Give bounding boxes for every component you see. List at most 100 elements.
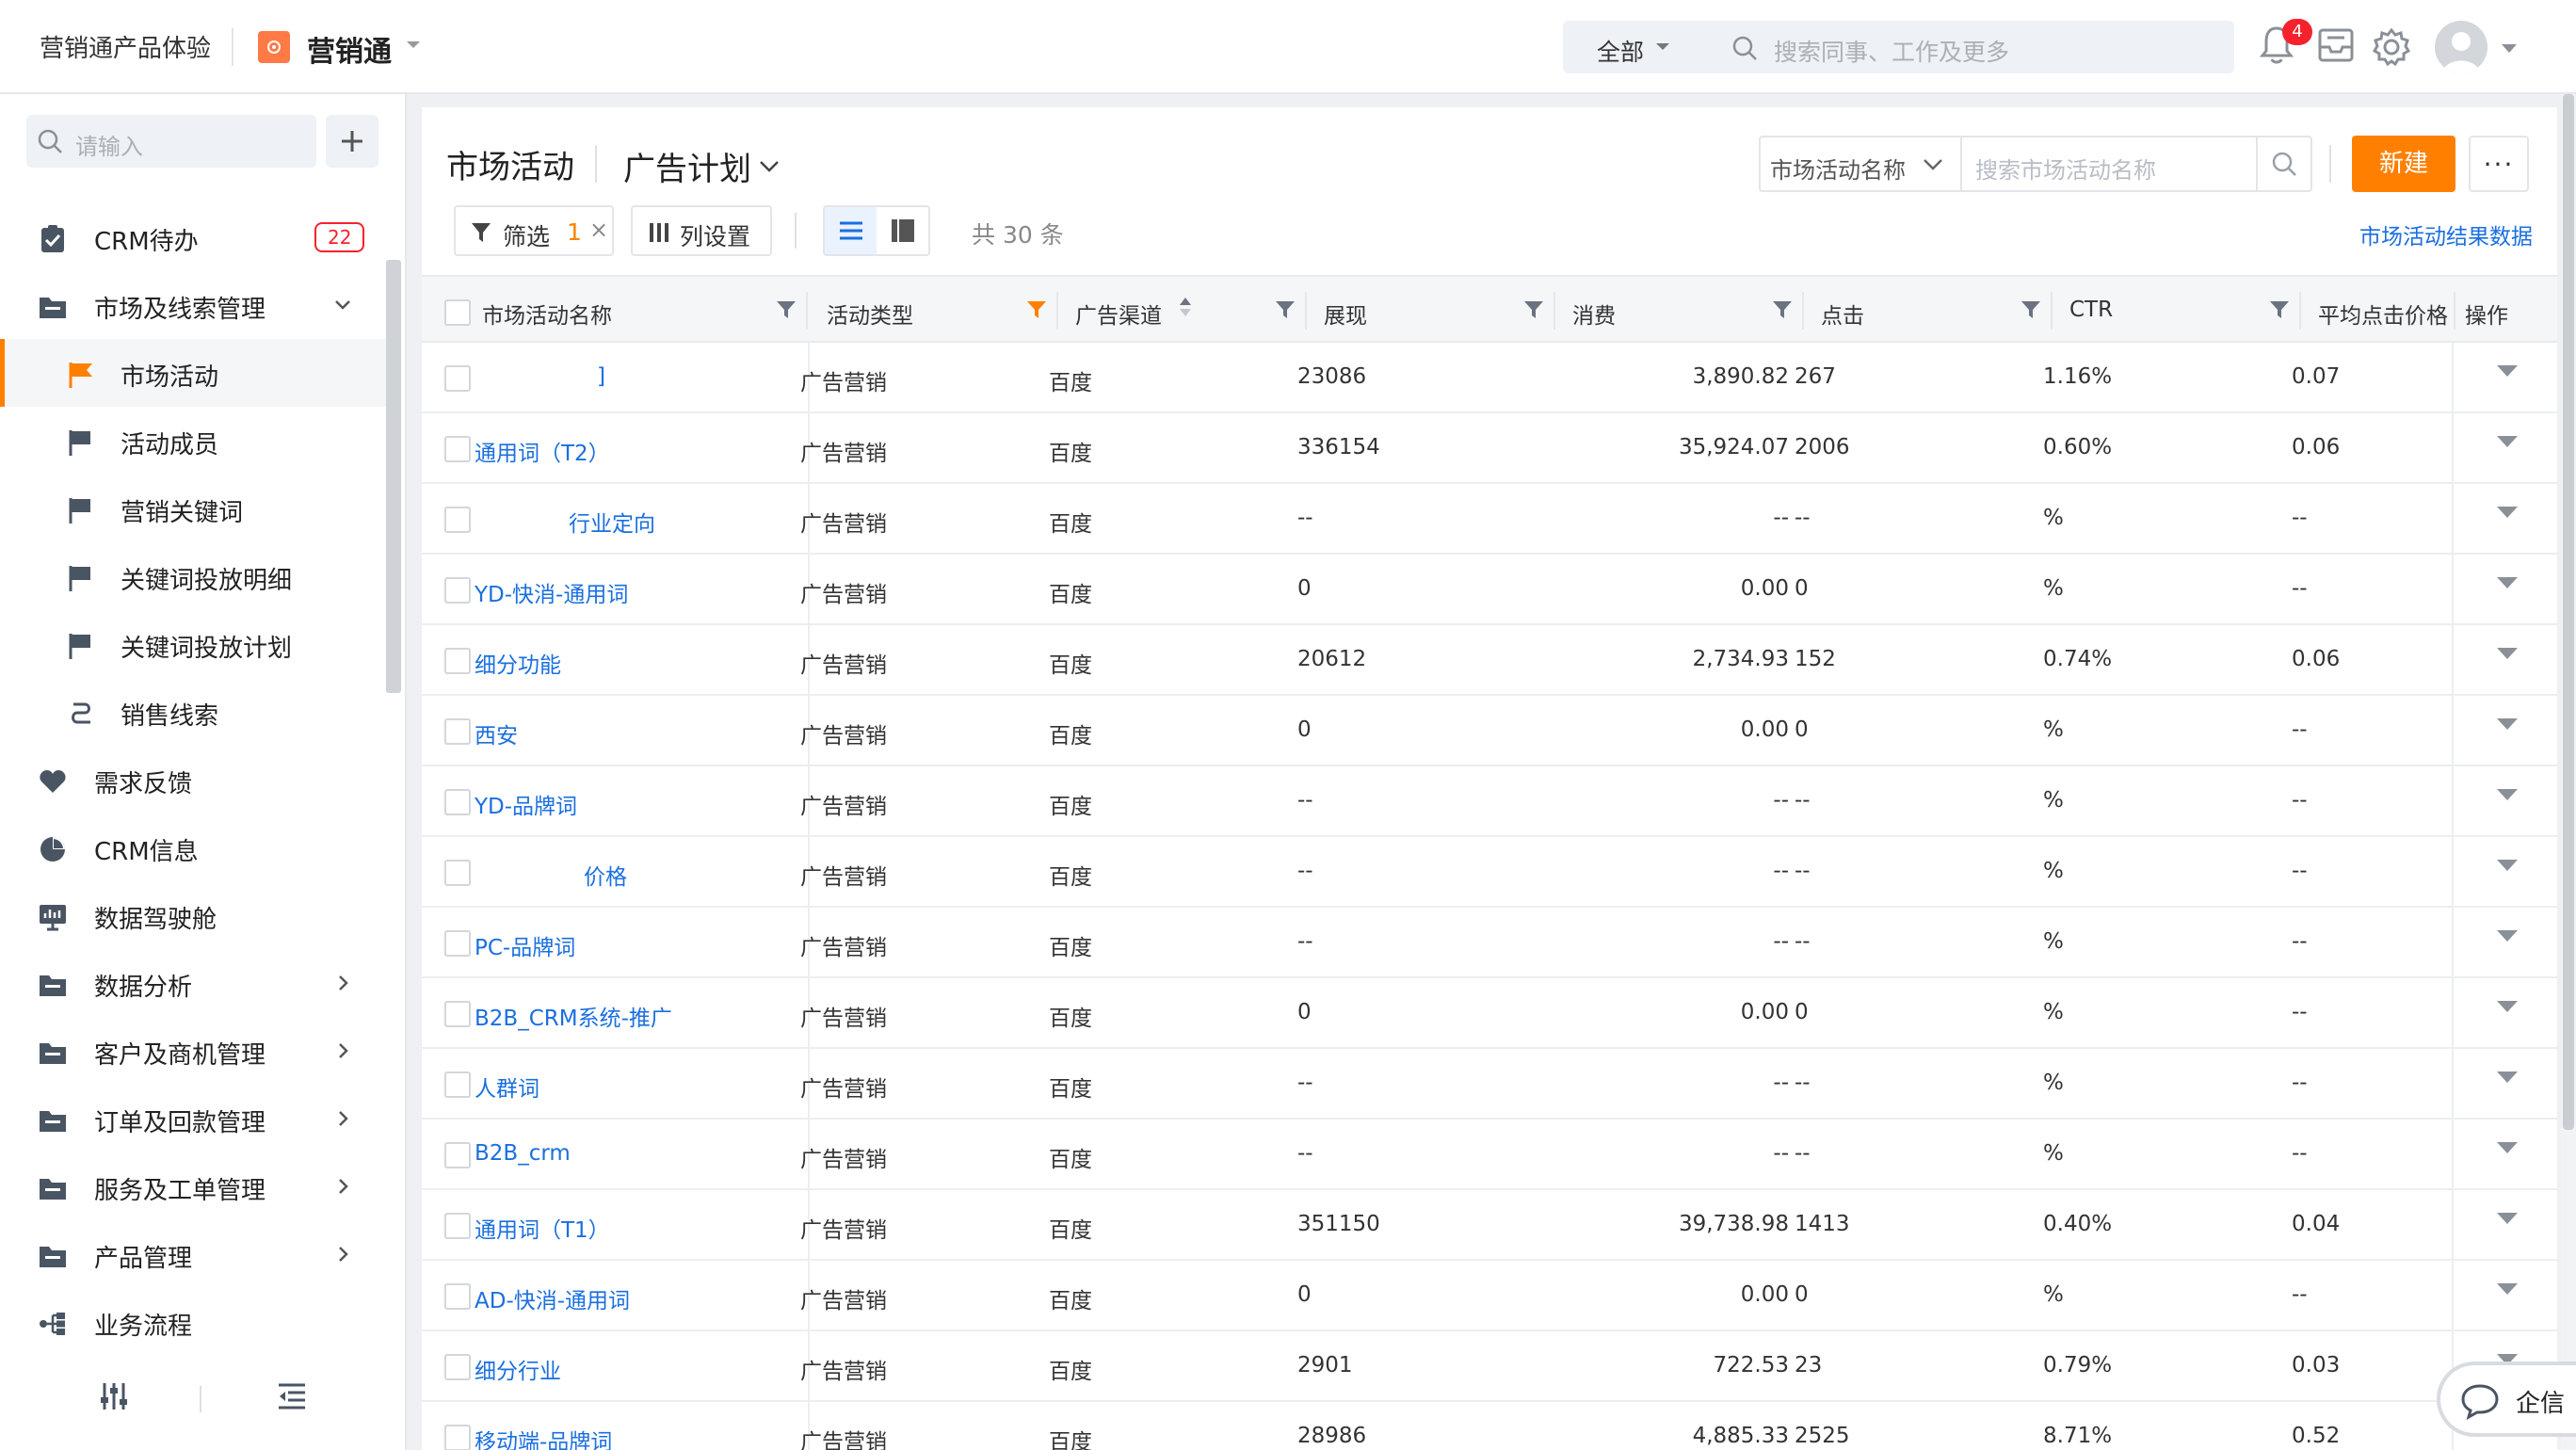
chevron-right-icon[interactable] — [333, 974, 352, 992]
cell-name[interactable]: 移动端-品牌词 — [465, 1402, 810, 1450]
caret-down-icon[interactable] — [2497, 1213, 2518, 1224]
chevron-right-icon[interactable] — [333, 1109, 352, 1128]
row-actions[interactable] — [2454, 1190, 2548, 1261]
activity-name-link[interactable]: 人群词 — [475, 1071, 539, 1103]
chevron-down-icon[interactable] — [333, 296, 352, 314]
cell-name[interactable]: B2B_crm — [465, 1120, 810, 1190]
table-row[interactable]: 细分功能 广告营销 百度 20612 2,734.93 152 0.74% 0.06 — [422, 625, 2557, 696]
table-row[interactable]: B2B_crm 广告营销 百度 -- -- --% -- — [422, 1120, 2557, 1190]
row-actions[interactable] — [2454, 555, 2548, 625]
caret-down-icon[interactable] — [2497, 577, 2518, 588]
sidebar-item-market-activity[interactable]: 市场活动 — [0, 339, 388, 407]
row-actions[interactable] — [2454, 696, 2548, 766]
cell-name[interactable]: 价格 — [465, 837, 810, 908]
cell-name[interactable]: YD-快消-通用词 — [465, 555, 810, 625]
cell-name[interactable]: 细分行业 — [465, 1331, 810, 1402]
sidebar-item-sales-leads[interactable]: 销售线索 — [0, 678, 388, 746]
sort-icon[interactable] — [1179, 296, 1192, 318]
cell-name[interactable]: B2B_CRM系统-推广 — [465, 978, 810, 1049]
caret-down-icon[interactable] — [2497, 365, 2518, 377]
sliders-icon[interactable] — [98, 1380, 130, 1412]
chevron-down-icon[interactable] — [405, 40, 422, 51]
row-actions[interactable] — [2454, 766, 2548, 837]
avatar[interactable] — [2435, 21, 2487, 73]
filter-icon[interactable] — [1772, 299, 1793, 320]
sidebar-item-product-management[interactable]: 产品管理 — [0, 1220, 388, 1288]
activity-name-link[interactable]: 细分行业 — [475, 1353, 561, 1385]
global-search[interactable]: 全部 搜索同事、工作及更多 — [1563, 21, 2234, 73]
table-row[interactable]: 人群词 广告营销 百度 -- -- --% -- — [422, 1049, 2557, 1120]
chevron-right-icon[interactable] — [333, 1245, 352, 1264]
column-header-impressions[interactable]: 展现 — [1307, 277, 1555, 345]
table-row[interactable]: B2B_CRM系统-推广 广告营销 百度 0 0.00 0% -- — [422, 978, 2557, 1049]
search-field-select[interactable]: 市场活动名称 — [1759, 136, 1960, 192]
table-row[interactable]: YD-品牌词 广告营销 百度 -- -- --% -- — [422, 766, 2557, 837]
sidebar-item-data-analysis[interactable]: 数据分析 — [0, 949, 388, 1017]
table-row[interactable]: YD-快消-通用词 广告营销 百度 0 0.00 0% -- — [422, 555, 2557, 625]
column-header-cost[interactable]: 消费 — [1555, 277, 1804, 345]
main-scrollbar[interactable] — [2561, 94, 2576, 1450]
caret-down-icon[interactable] — [2497, 436, 2518, 447]
row-actions[interactable] — [2454, 1049, 2548, 1120]
add-menu-button[interactable] — [326, 115, 378, 168]
activity-name-link[interactable]: 西安 — [475, 717, 518, 749]
chevron-down-icon[interactable] — [759, 160, 780, 173]
row-actions[interactable] — [2454, 1261, 2548, 1331]
sidebar-item-activity-members[interactable]: 活动成员 — [0, 407, 388, 475]
table-row[interactable]: PC-品牌词 广告营销 百度 -- -- --% -- — [422, 908, 2557, 978]
row-actions[interactable] — [2454, 413, 2548, 484]
sidebar-item-feedback[interactable]: 需求反馈 — [0, 746, 388, 814]
cell-name[interactable]: 人群词 — [465, 1049, 810, 1120]
scrollbar-thumb[interactable] — [2563, 94, 2574, 1130]
table-row[interactable]: 细分行业 广告营销 百度 2901 722.53 23 0.79% 0.03 — [422, 1331, 2557, 1402]
sidebar-item-data-cockpit[interactable]: 数据驾驶舱 — [0, 881, 388, 949]
column-header-channel[interactable]: 广告渠道 — [1058, 277, 1307, 345]
collapse-menu-icon[interactable] — [277, 1382, 307, 1410]
table-row[interactable]: 西安 广告营销 百度 0 0.00 0% -- — [422, 696, 2557, 766]
brand-name[interactable]: 营销通 — [307, 28, 392, 70]
activity-name-link[interactable]: 通用词（T2） — [475, 435, 610, 467]
column-settings-button[interactable]: 列设置 — [631, 205, 772, 256]
result-data-link[interactable]: 市场活动结果数据 — [2359, 218, 2533, 250]
cell-name[interactable]: 通用词（T2） — [465, 413, 810, 484]
clear-filter-icon[interactable]: × — [589, 217, 608, 243]
caret-down-icon[interactable] — [2497, 648, 2518, 659]
chevron-right-icon[interactable] — [333, 1041, 352, 1060]
chevron-right-icon[interactable] — [333, 1177, 352, 1196]
inbox-icon[interactable] — [2316, 26, 2356, 64]
sidebar-item-market-leads[interactable]: 市场及线索管理 — [0, 271, 388, 339]
column-header-name[interactable]: 市场活动名称 — [465, 277, 808, 345]
row-actions[interactable] — [2454, 343, 2548, 413]
caret-down-icon[interactable] — [2501, 43, 2518, 55]
activity-name-link[interactable]: B2B_CRM系统-推广 — [475, 1000, 672, 1032]
sidebar-item-workflow[interactable]: 业务流程 — [0, 1288, 388, 1356]
row-actions[interactable] — [2454, 978, 2548, 1049]
gear-icon[interactable] — [2371, 26, 2412, 68]
sidebar-item-keyword-placement-plan[interactable]: 关键词投放计划 — [0, 610, 388, 678]
activity-name-link[interactable]: ] — [597, 364, 605, 389]
app-title[interactable]: 营销通产品体验 — [40, 29, 211, 64]
cell-name[interactable]: AD-快消-通用词 — [465, 1261, 810, 1331]
table-row[interactable]: 行业定向 广告营销 百度 -- -- --% -- — [422, 484, 2557, 555]
brand-logo-icon[interactable] — [258, 31, 290, 63]
activity-search-input[interactable]: 搜索市场活动名称 — [1960, 136, 2256, 192]
activity-name-link[interactable]: 行业定向 — [569, 506, 655, 538]
activity-name-link[interactable]: B2B_crm — [475, 1141, 571, 1166]
table-row[interactable]: 移动端-品牌词 广告营销 百度 28986 4,885.33 2525 8.71% 0.52 — [422, 1402, 2557, 1450]
caret-down-icon[interactable] — [2497, 718, 2518, 730]
filter-icon[interactable] — [2269, 299, 2290, 320]
filter-icon[interactable] — [1523, 299, 1544, 320]
column-header-clicks[interactable]: 点击 — [1804, 277, 2053, 345]
caret-down-icon[interactable] — [2497, 1001, 2518, 1012]
filter-active-icon[interactable] — [1026, 299, 1047, 320]
caret-down-icon[interactable] — [2497, 930, 2518, 942]
row-actions[interactable] — [2454, 1120, 2548, 1190]
cell-name[interactable]: 行业定向 — [465, 484, 810, 555]
row-actions[interactable] — [2454, 484, 2548, 555]
table-row[interactable]: AD-快消-通用词 广告营销 百度 0 0.00 0% -- — [422, 1261, 2557, 1331]
row-actions[interactable] — [2454, 837, 2548, 908]
search-input[interactable]: 搜索同事、工作及更多 — [1774, 34, 2009, 68]
more-button[interactable]: ··· — [2469, 136, 2529, 192]
caret-down-icon[interactable] — [2497, 1142, 2518, 1153]
sidebar-item-service-tickets[interactable]: 服务及工单管理 — [0, 1152, 388, 1220]
